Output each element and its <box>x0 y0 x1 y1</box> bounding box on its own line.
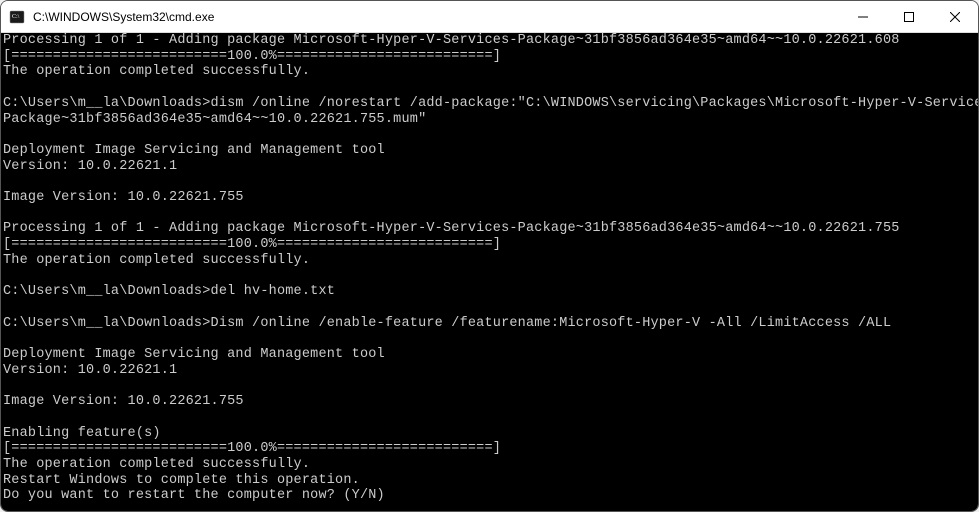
titlebar[interactable]: C:\ C:\WINDOWS\System32\cmd.exe <box>1 1 978 33</box>
minimize-button[interactable] <box>840 1 886 32</box>
window-title: C:\WINDOWS\System32\cmd.exe <box>33 10 840 24</box>
cmd-icon: C:\ <box>9 9 25 25</box>
close-button[interactable] <box>932 1 978 32</box>
cmd-window: C:\ C:\WINDOWS\System32\cmd.exe Processi… <box>0 0 979 512</box>
maximize-button[interactable] <box>886 1 932 32</box>
window-controls <box>840 1 978 32</box>
terminal-output[interactable]: Processing 1 of 1 - Adding package Micro… <box>1 33 978 511</box>
svg-text:C:\: C:\ <box>12 14 20 20</box>
